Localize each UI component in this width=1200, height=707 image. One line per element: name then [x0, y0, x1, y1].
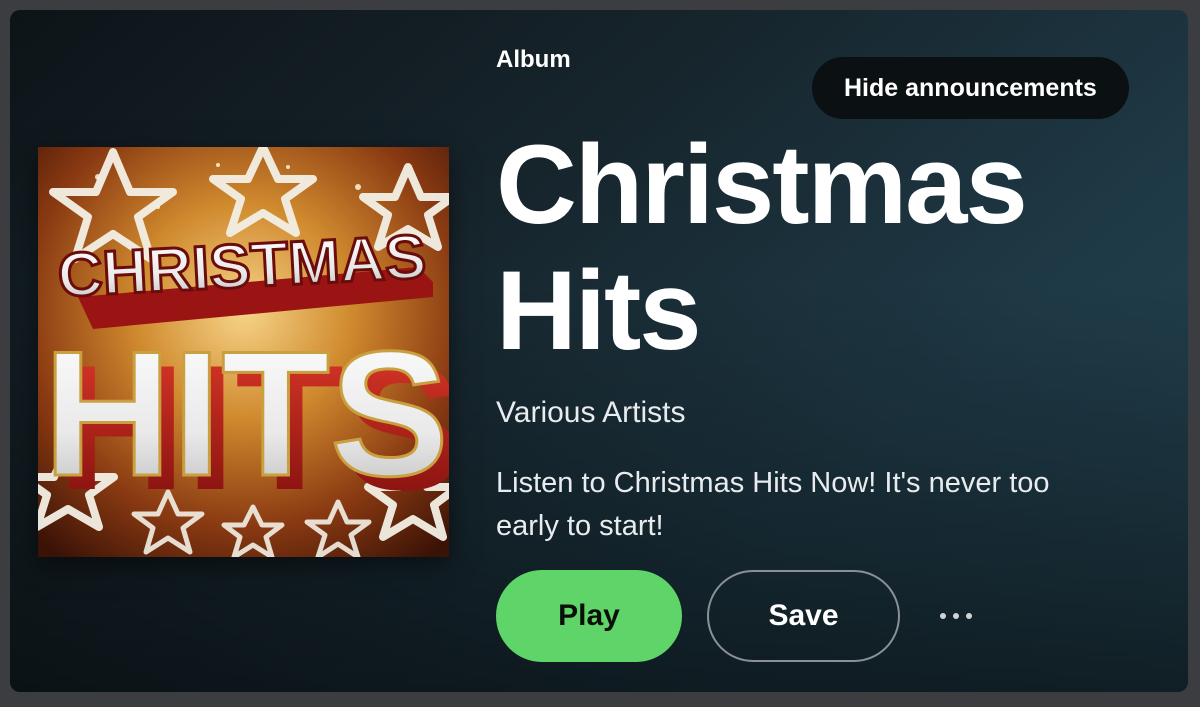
- album-cover-art: CHRISTMAS HITS HITS: [38, 147, 449, 557]
- album-info: Album Hide announcements Christmas Hits …: [496, 10, 1188, 692]
- album-announcement-card: CHRISTMAS HITS HITS Album Hide announcem…: [10, 10, 1188, 692]
- action-bar: Play Save: [496, 570, 984, 662]
- more-options-icon: [940, 613, 972, 619]
- album-title-line-2: Hits: [496, 248, 702, 373]
- album-title: Christmas Hits: [496, 122, 1116, 374]
- album-title-line-1: Christmas: [496, 122, 1028, 247]
- artist-name[interactable]: Various Artists: [496, 396, 686, 430]
- more-options-button[interactable]: [928, 588, 984, 644]
- save-button[interactable]: Save: [707, 570, 900, 662]
- cover-text-hits: HITS: [43, 314, 448, 513]
- hide-announcements-button[interactable]: Hide announcements: [812, 57, 1129, 119]
- album-description: Listen to Christmas Hits Now! It's never…: [496, 467, 1050, 542]
- album-type-label: Album: [496, 46, 571, 73]
- play-button[interactable]: Play: [496, 570, 682, 662]
